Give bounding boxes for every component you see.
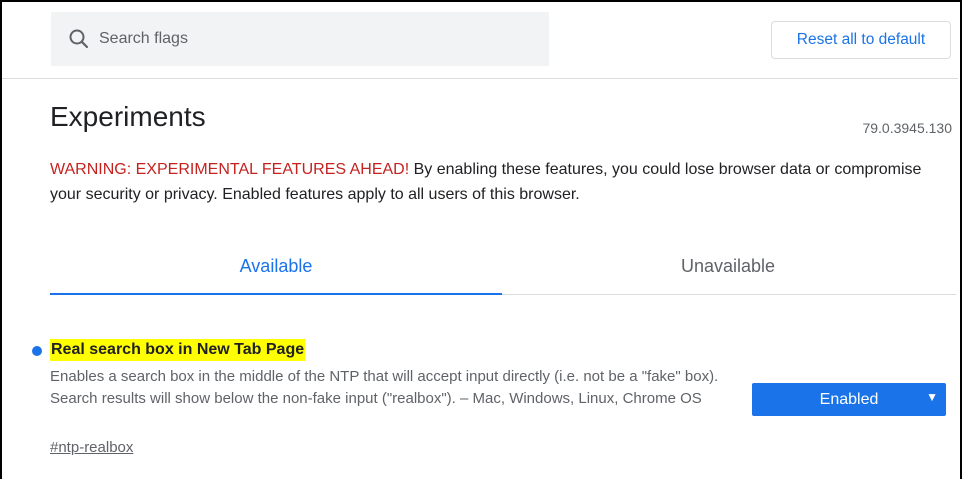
- experiment-link[interactable]: #ntp-realbox: [50, 439, 133, 456]
- warning-prefix: WARNING: EXPERIMENTAL FEATURES AHEAD!: [50, 161, 410, 178]
- search-icon: [69, 29, 89, 49]
- search-box[interactable]: [51, 12, 549, 66]
- warning-text: WARNING: EXPERIMENTAL FEATURES AHEAD! By…: [50, 157, 930, 207]
- experiment-state-select[interactable]: Enabled ▼: [752, 383, 946, 416]
- experiment-title: Real search box in New Tab Page: [50, 339, 306, 361]
- dot-icon: [32, 346, 42, 356]
- chevron-down-icon: ▼: [926, 390, 938, 404]
- experiment-description: Enables a search box in the middle of th…: [50, 368, 719, 407]
- version-label: 79.0.3945.130: [862, 120, 952, 136]
- tab-bar: Available Unavailable: [50, 240, 956, 295]
- page-title: Experiments: [50, 101, 206, 132]
- search-input[interactable]: [99, 28, 529, 50]
- reset-all-button[interactable]: Reset all to default: [771, 21, 951, 59]
- select-value: Enabled: [819, 390, 879, 408]
- flags-header: Reset all to default: [2, 2, 958, 79]
- tab-available[interactable]: Available: [50, 240, 502, 295]
- tab-unavailable[interactable]: Unavailable: [502, 240, 954, 293]
